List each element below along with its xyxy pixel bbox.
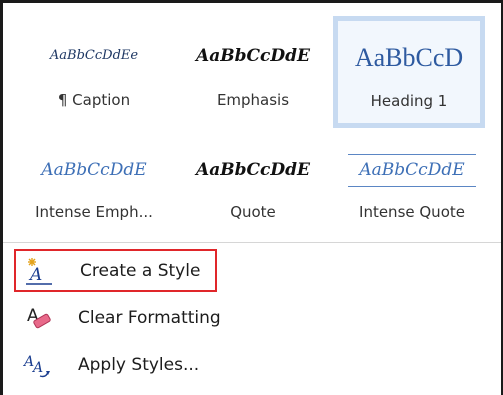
style-name: Emphasis (216, 91, 290, 109)
apply-styles-label: Apply Styles... (78, 355, 200, 375)
style-name: Quote (230, 203, 276, 221)
style-name: ¶ Caption (57, 91, 131, 109)
style-intense-emphasis[interactable]: AaBbCcDdE Intense Emph... (18, 140, 170, 235)
style-preview: AaBbCcDdE (196, 46, 310, 66)
style-caption[interactable]: AaBbCcDdEe ¶ Caption (18, 18, 170, 123)
style-name: Heading 1 (370, 92, 448, 110)
apply-styles-item[interactable]: A A Apply Styles... (14, 345, 474, 385)
create-style-label: Create a Style (80, 260, 201, 281)
create-style-icon: A (24, 256, 58, 286)
style-preview: AaBbCcDdE (359, 160, 465, 180)
eraser-icon: A (22, 303, 56, 333)
style-quote[interactable]: AaBbCcDdE Quote (178, 140, 328, 235)
style-name: Intense Emph... (35, 203, 153, 221)
style-preview: AaBbCcDdE (41, 160, 147, 180)
style-preview: AaBbCcDdEe (49, 48, 139, 63)
apply-styles-icon: A A (22, 350, 56, 380)
gallery-divider (3, 242, 501, 243)
quote-top-rule (348, 154, 476, 155)
clear-formatting-label: Clear Formatting (78, 308, 221, 328)
svg-text:A: A (28, 265, 42, 285)
style-preview: AaBbCcD (354, 43, 464, 72)
style-emphasis[interactable]: AaBbCcDdE Emphasis (178, 18, 328, 123)
style-intense-quote[interactable]: AaBbCcDdE Intense Quote (338, 140, 486, 235)
quote-bottom-rule (348, 186, 476, 187)
svg-text:A: A (31, 360, 43, 376)
create-style-item[interactable]: A Create a Style (14, 249, 217, 292)
style-preview: AaBbCcDdE (196, 160, 310, 180)
style-heading-1[interactable]: AaBbCcD Heading 1 (333, 16, 485, 128)
style-name: Intense Quote (359, 203, 465, 221)
clear-formatting-item[interactable]: A Clear Formatting (14, 298, 474, 338)
